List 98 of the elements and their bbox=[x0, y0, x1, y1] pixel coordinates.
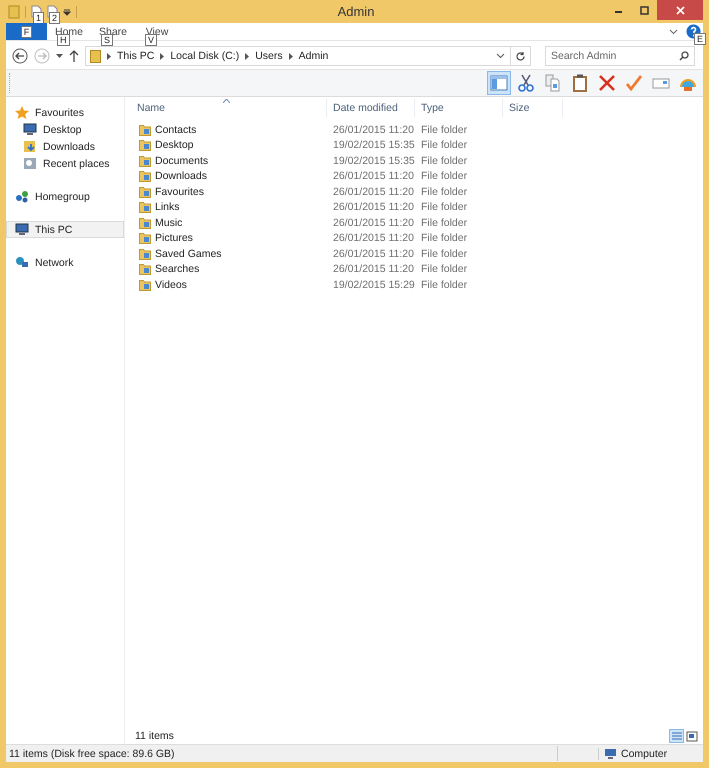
file-name[interactable]: Music bbox=[155, 216, 182, 229]
status-location: Computer bbox=[621, 748, 668, 760]
keytip: E bbox=[694, 33, 706, 45]
table-cell-text: 26/01/2015 11:20 bbox=[332, 232, 415, 244]
table-cell-text: File folder bbox=[420, 124, 468, 136]
table-cell-text: 26/01/2015 11:20 bbox=[332, 124, 415, 136]
sidebar-item[interactable]: Homegroup bbox=[6, 188, 124, 205]
network-icon bbox=[15, 256, 29, 269]
table-cell-text: 26/01/2015 11:20 bbox=[332, 201, 415, 214]
breadcrumb-arrow-icon[interactable] bbox=[160, 52, 164, 60]
file-name[interactable]: Contacts bbox=[155, 124, 196, 136]
star-icon bbox=[15, 106, 29, 119]
chevron-icon[interactable] bbox=[496, 53, 505, 59]
file-name[interactable]: Saved Games bbox=[155, 248, 222, 260]
table-cell-text: 26/01/2015 11:20 bbox=[332, 263, 415, 276]
sidebar-item[interactable]: Desktop bbox=[6, 121, 124, 138]
folder-icon bbox=[139, 139, 151, 152]
file-name[interactable]: Pictures bbox=[155, 232, 193, 244]
table-cell-text: File folder bbox=[420, 216, 468, 229]
breadcrumb-item[interactable]: Admin bbox=[298, 50, 328, 62]
folder-icon bbox=[139, 170, 151, 182]
file-name[interactable]: Favourites bbox=[155, 186, 204, 198]
table-cell-text: 26/01/2015 11:20 bbox=[332, 216, 415, 229]
keytip: 1 bbox=[33, 12, 44, 24]
table-cell-text: File folder bbox=[420, 248, 468, 260]
table-cell-text: 26/01/2015 11:20 bbox=[332, 248, 415, 260]
column-header[interactable]: Date modified bbox=[327, 99, 415, 117]
table-cell-text: File folder bbox=[420, 154, 468, 167]
computer-icon bbox=[603, 748, 617, 760]
breadcrumb-arrow-icon[interactable] bbox=[245, 52, 250, 60]
table-cell-text: 19/02/2015 15:35 bbox=[332, 139, 415, 152]
sidebar-item[interactable]: This PC bbox=[6, 221, 124, 238]
search-field[interactable]: Search Admin bbox=[545, 46, 695, 66]
column-header[interactable]: Size bbox=[503, 99, 563, 117]
download-folder-icon bbox=[23, 140, 37, 153]
up-arrow-icon[interactable] bbox=[69, 50, 79, 62]
window-title: Admin bbox=[338, 4, 374, 19]
dropdown-icon[interactable] bbox=[63, 8, 71, 16]
folder-icon bbox=[139, 154, 151, 167]
refresh-icon[interactable] bbox=[515, 50, 526, 62]
table-cell-text: 26/01/2015 11:20 bbox=[332, 170, 415, 182]
computer-icon bbox=[15, 223, 29, 236]
address-bar[interactable]: This PC Local Disk (C:) Users Admin bbox=[85, 46, 511, 66]
table-cell-text: 19/02/2015 15:35 bbox=[332, 154, 415, 167]
table-cell-text: 19/02/2015 15:29 bbox=[332, 278, 415, 291]
table-cell-text: 26/01/2015 11:20 bbox=[332, 186, 415, 198]
keytip: 2 bbox=[49, 12, 60, 24]
folder-icon bbox=[139, 124, 151, 136]
table-cell-text: File folder bbox=[420, 139, 468, 152]
file-name[interactable]: Links bbox=[155, 201, 180, 214]
folder-icon bbox=[139, 201, 151, 214]
sidebar-item[interactable]: Recent places bbox=[6, 155, 124, 172]
folder-icon bbox=[139, 278, 151, 291]
recent-places-icon bbox=[23, 157, 37, 170]
close-button[interactable] bbox=[657, 0, 704, 20]
search-icon[interactable] bbox=[679, 51, 689, 61]
folder-icon bbox=[139, 248, 151, 260]
item-count: 11 items bbox=[135, 730, 174, 742]
maximize-icon[interactable] bbox=[640, 6, 649, 14]
ribbon-tab[interactable]: F bbox=[6, 23, 47, 40]
dropdown-icon[interactable] bbox=[56, 54, 63, 58]
refresh-button[interactable] bbox=[511, 46, 531, 66]
table-cell-text: File folder bbox=[420, 170, 468, 182]
sidebar-item[interactable]: Favourites bbox=[6, 104, 124, 121]
file-name[interactable]: Downloads bbox=[155, 170, 207, 182]
sidebar-item[interactable]: Network bbox=[6, 254, 124, 271]
folder-icon bbox=[139, 216, 151, 229]
back-button[interactable] bbox=[12, 48, 28, 64]
close-icon[interactable] bbox=[676, 6, 685, 14]
breadcrumb-item[interactable]: This PC bbox=[117, 50, 154, 62]
monitor-icon bbox=[23, 123, 37, 136]
breadcrumb-arrow-icon[interactable] bbox=[288, 52, 293, 60]
table-cell-text: File folder bbox=[420, 263, 468, 276]
sort-icon bbox=[223, 99, 230, 103]
file-name[interactable]: Searches bbox=[155, 263, 200, 276]
column-header[interactable]: Name bbox=[125, 99, 327, 117]
table-cell-text: File folder bbox=[420, 186, 468, 198]
folder-icon bbox=[90, 50, 101, 62]
folder-icon bbox=[139, 232, 151, 244]
file-name[interactable]: Documents bbox=[155, 154, 208, 167]
folder-icon bbox=[139, 263, 151, 276]
keytip: V bbox=[145, 34, 158, 46]
folder-icon bbox=[139, 186, 151, 198]
breadcrumb-arrow-icon[interactable] bbox=[107, 52, 111, 60]
chevron-icon[interactable] bbox=[669, 28, 678, 34]
breadcrumb-item[interactable]: Local Disk (C:) bbox=[170, 50, 240, 62]
table-cell-text: File folder bbox=[420, 278, 468, 291]
sidebar-item[interactable]: Downloads bbox=[6, 138, 124, 155]
column-header[interactable]: Type bbox=[415, 99, 503, 117]
keytip: H bbox=[57, 34, 70, 46]
status-text: 11 items (Disk free space: 89.6 GB) bbox=[9, 748, 175, 760]
table-cell-text: File folder bbox=[420, 232, 468, 244]
keytip: S bbox=[101, 34, 114, 46]
table-cell-text: File folder bbox=[420, 201, 468, 214]
breadcrumb-item[interactable]: Users bbox=[255, 50, 283, 62]
file-name[interactable]: Desktop bbox=[155, 139, 194, 152]
homegroup-icon bbox=[15, 190, 29, 203]
file-name[interactable]: Videos bbox=[155, 278, 187, 291]
